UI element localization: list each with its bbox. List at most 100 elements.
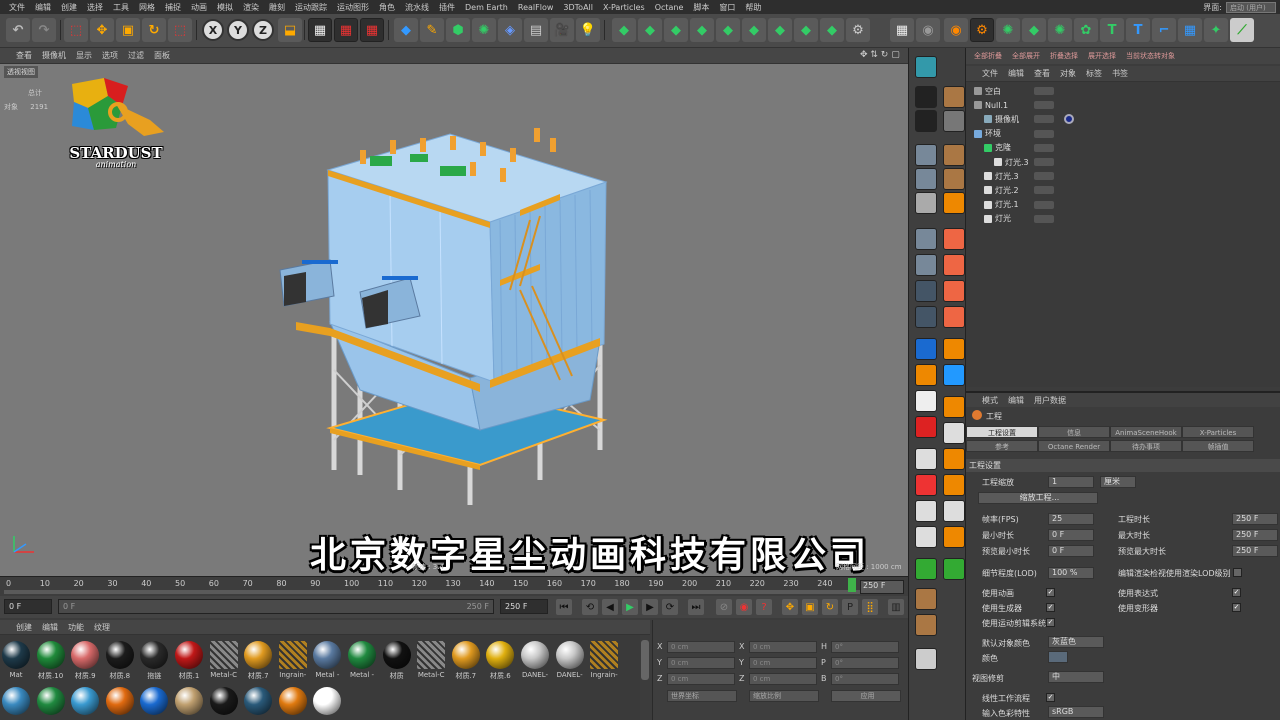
layout-dropdown[interactable]: 启动 (用户) <box>1226 1 1276 13</box>
object-visibility-dots[interactable] <box>1034 115 1054 124</box>
menu-item[interactable]: 工具 <box>108 2 134 13</box>
key-move-icon[interactable]: ✥ <box>782 599 798 615</box>
menu-item[interactable]: 动画 <box>186 2 212 13</box>
floor-icon[interactable]: ▤ <box>524 18 548 42</box>
move-icon[interactable]: ✥ <box>90 18 114 42</box>
menu-item[interactable]: 脚本 <box>688 2 714 13</box>
pos-z-field[interactable]: 0 cm <box>667 673 735 685</box>
goto-end-icon[interactable]: ⏭ <box>688 599 704 615</box>
object-visibility-dots[interactable] <box>1034 200 1054 209</box>
menu-item[interactable]: 运动跟踪 <box>290 2 332 13</box>
attr-tab[interactable]: 待办事项 <box>1110 440 1182 452</box>
coord-system-dropdown[interactable]: 世界坐标 <box>667 690 737 702</box>
input-color-dropdown[interactable]: sRGB <box>1048 706 1104 718</box>
axis-side-icon[interactable] <box>943 338 965 360</box>
octane-icon-2[interactable]: ◉ <box>916 18 940 42</box>
subdivision-icon[interactable]: ⬢ <box>446 18 470 42</box>
axis-y-toggle[interactable]: Y <box>227 19 249 41</box>
point-icon-4[interactable] <box>915 306 937 328</box>
material-ball[interactable] <box>486 641 515 669</box>
linear-workflow-checkbox[interactable]: ✓ <box>1046 693 1055 702</box>
attr-tab[interactable]: AnimaSceneHook <box>1110 426 1182 438</box>
plugin-icon-10[interactable]: ⚙ <box>846 18 870 42</box>
axis-x-toggle[interactable]: X <box>202 19 224 41</box>
tree-icon[interactable] <box>915 500 937 522</box>
size-z-field[interactable]: 0 cm <box>749 673 817 685</box>
material-swatch[interactable]: 材质.8 <box>104 639 136 687</box>
viewport-nav-icons[interactable]: ✥ ⇅ ↻ ▢ <box>860 50 900 60</box>
material-ball-row2[interactable] <box>36 687 65 715</box>
menu-item[interactable]: 模拟 <box>212 2 238 13</box>
goto-start-icon[interactable]: ⏮ <box>556 599 572 615</box>
material-ball-row2[interactable] <box>313 687 342 715</box>
material-menu-item[interactable]: 编辑 <box>42 622 58 633</box>
recycle-icon-2[interactable] <box>943 558 965 580</box>
attr-menu-item[interactable]: 模式 <box>982 395 998 406</box>
camera-red-icon[interactable] <box>915 416 937 438</box>
timeline-track[interactable] <box>4 590 860 594</box>
material-ball[interactable] <box>451 641 480 669</box>
bulb-icon[interactable] <box>943 364 965 386</box>
box-icon-3[interactable] <box>943 192 965 214</box>
object-row[interactable]: 空白 <box>974 84 1001 98</box>
next-key-icon[interactable]: ⟳ <box>662 599 678 615</box>
menu-item[interactable]: 流水线 <box>400 2 434 13</box>
scale-project-button[interactable]: 缩放工程... <box>978 492 1098 504</box>
object-row[interactable]: 环境 <box>974 127 1001 141</box>
timeline-end-frame[interactable]: 250 F <box>860 580 904 594</box>
viewport-menu-item[interactable]: 选项 <box>102 50 118 61</box>
s-icon-2[interactable] <box>943 422 965 444</box>
object-row[interactable]: 灯光.3 <box>994 155 1029 169</box>
brush-icon[interactable]: ⟋ <box>1230 18 1254 42</box>
plugin-icon-4[interactable]: ◆ <box>690 18 714 42</box>
material-ball-row2[interactable] <box>209 687 238 715</box>
menu-item[interactable]: Dem Earth <box>460 3 513 12</box>
material-swatch[interactable]: DANEL- <box>554 639 586 687</box>
attr-tab[interactable]: Octane Render <box>1038 440 1110 452</box>
material-swatch[interactable]: Ingrain- <box>277 639 309 687</box>
material-swatch[interactable]: 材质.10 <box>35 639 67 687</box>
material-ball[interactable] <box>590 641 619 669</box>
checker-icon[interactable] <box>943 110 965 132</box>
recent-tool-icon[interactable]: ⬚ <box>168 18 192 42</box>
text-icon-1[interactable]: T <box>1100 18 1124 42</box>
object-row[interactable]: 摄像机 <box>984 112 1019 126</box>
point-icon-1[interactable] <box>915 228 937 250</box>
attr-tab[interactable]: 信息 <box>1038 426 1110 438</box>
material-ball[interactable] <box>71 641 100 669</box>
min-length-field[interactable]: 0 F <box>1048 529 1094 541</box>
use-deform-checkbox[interactable]: ✓ <box>1232 603 1241 612</box>
redo-icon[interactable]: ↷ <box>32 18 56 42</box>
om-menu-item[interactable]: 编辑 <box>1008 68 1024 79</box>
use-anim-checkbox[interactable]: ✓ <box>1046 588 1055 597</box>
max-length-field[interactable]: 250 F <box>1232 529 1278 541</box>
material-ball-row2[interactable] <box>140 687 169 715</box>
camera-tag-icon[interactable] <box>1064 114 1074 124</box>
recycle-icon[interactable] <box>915 558 937 580</box>
cloner-icon[interactable]: ✺ <box>472 18 496 42</box>
plugin-icon-3[interactable]: ◆ <box>664 18 688 42</box>
pos-x-field[interactable]: 0 cm <box>667 641 735 653</box>
om-toolbar-button[interactable]: 折叠选择 <box>1050 51 1078 61</box>
om-toolbar-button[interactable]: 展开选择 <box>1088 51 1116 61</box>
scale-field[interactable]: 1 <box>1048 476 1094 488</box>
xp-icon-2[interactable]: ⚙ <box>970 18 994 42</box>
om-toolbar-button[interactable]: 全部展开 <box>1012 51 1040 61</box>
material-swatch[interactable]: Ingrain- <box>588 639 620 687</box>
octane-icon[interactable]: ▦ <box>890 18 914 42</box>
fps-field[interactable]: 25 <box>1048 513 1094 525</box>
object-row[interactable]: 灯光.2 <box>984 183 1019 197</box>
lod-field[interactable]: 100 % <box>1048 567 1094 579</box>
menu-item[interactable]: 文件 <box>4 2 30 13</box>
frame-range-slider[interactable]: 0 F 250 F <box>58 599 494 614</box>
key-scale-icon[interactable]: ▣ <box>802 599 818 615</box>
rotate-icon[interactable]: ↻ <box>142 18 166 42</box>
material-swatch[interactable]: 材质.6 <box>484 639 516 687</box>
om-toolbar-button[interactable]: 当前状态转对象 <box>1126 51 1175 61</box>
size-y-field[interactable]: 0 cm <box>749 657 817 669</box>
plugin-icon-1[interactable]: ◆ <box>612 18 636 42</box>
menu-item[interactable]: 帮助 <box>740 2 766 13</box>
object-visibility-dots[interactable] <box>1034 87 1054 95</box>
eraser-icon[interactable] <box>915 648 937 670</box>
object-row[interactable]: 灯光.3 <box>984 169 1019 183</box>
